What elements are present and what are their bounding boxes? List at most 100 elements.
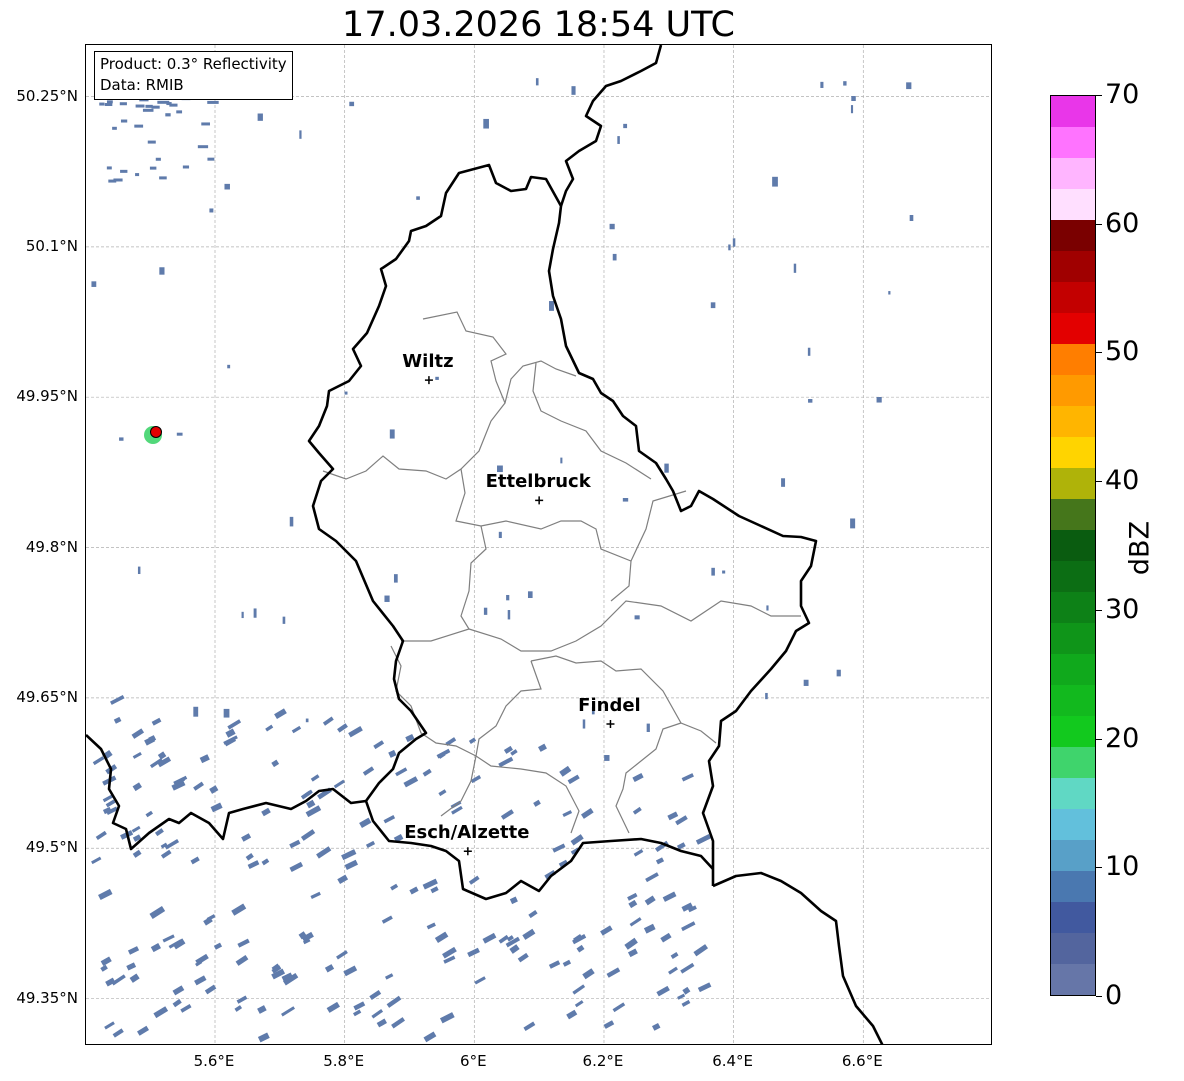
echo-pixel: [176, 432, 183, 436]
echo-pixel: [409, 886, 419, 895]
colorbar-segment: [1051, 902, 1095, 933]
colorbar-tick-mark: [1096, 223, 1102, 225]
echo-pixel: [324, 964, 335, 973]
echo-pixel: [582, 719, 586, 729]
echo-pixel: [209, 208, 214, 213]
lat-tick-label: 49.5°N: [25, 838, 78, 857]
echo-pixel: [371, 1009, 384, 1019]
echo-pixel: [134, 124, 144, 128]
echo-pixel: [803, 679, 809, 686]
echo-pixel: [500, 809, 514, 820]
colorbar-segment: [1051, 375, 1095, 406]
echo-pixel: [467, 947, 480, 958]
echo-pixel: [580, 808, 594, 819]
echo-pixel: [225, 728, 236, 738]
radar-map[interactable]: [85, 44, 992, 1045]
echo-pixel: [423, 1031, 437, 1043]
echo-pixel: [438, 789, 447, 797]
echo-pixel: [113, 716, 122, 724]
lat-tick-label: 50.1°N: [25, 236, 78, 255]
lat-tick-label: 50.25°N: [16, 86, 78, 105]
colorbar-tick-mark: [1096, 996, 1102, 997]
echo-pixel: [552, 843, 566, 853]
echo-pixel: [507, 610, 511, 620]
echo-pixel: [509, 896, 518, 905]
echo-pixel: [137, 566, 141, 575]
echo-pixel: [210, 802, 223, 813]
echo-pixel: [808, 399, 813, 403]
echo-pixel: [474, 976, 486, 985]
echo-pixel: [381, 915, 393, 924]
echo-pixel: [566, 1009, 578, 1020]
product-label: Product: 0.3° Reflectivity: [100, 55, 287, 73]
echo-pixel: [386, 995, 402, 1008]
echo-pixel: [517, 952, 529, 963]
echo-pixel: [670, 952, 679, 959]
echo-pixel: [300, 829, 316, 841]
echo-pixel: [193, 706, 199, 717]
colorbar-segment: [1051, 499, 1095, 530]
echo-pixel: [600, 925, 613, 936]
echo-pixel: [549, 301, 554, 311]
colorbar-tick-mark: [1096, 867, 1102, 869]
echo-pixel: [384, 973, 394, 980]
colorbar-segment: [1051, 313, 1095, 344]
echo-pixel: [261, 858, 270, 866]
echo-pixel: [644, 895, 656, 906]
colorbar-segment: [1051, 251, 1095, 282]
echo-pixel: [182, 165, 190, 169]
echo-pixel: [681, 921, 696, 932]
lon-tick-label: 6.2°E: [582, 1052, 624, 1070]
echo-pixel: [150, 943, 161, 953]
echo-pixel: [442, 946, 457, 959]
echo-pixel: [633, 849, 644, 857]
echo-pixel: [656, 985, 670, 997]
echo-pixel: [113, 178, 123, 182]
echo-pixel: [289, 839, 301, 849]
echo-pixel: [253, 608, 257, 618]
echo-pixel: [281, 1006, 295, 1017]
echo-pixel: [104, 103, 113, 107]
echo-pixel: [632, 773, 644, 783]
colorbar-segment: [1051, 220, 1095, 251]
echo-pixel: [153, 1006, 169, 1019]
colorbar-segment: [1051, 344, 1095, 375]
echo-pixel: [483, 607, 488, 615]
colorbar-segment: [1051, 530, 1095, 561]
echo-pixel: [149, 905, 166, 919]
colorbar-segment: [1051, 561, 1095, 592]
echo-pixel: [247, 860, 260, 869]
echo-pixel: [197, 145, 209, 149]
echo-pixel: [95, 830, 107, 841]
echo-pixel: [888, 291, 891, 295]
graticule: [86, 45, 991, 1044]
echo-pixel: [365, 840, 376, 849]
echo-pixel: [482, 932, 497, 944]
echo-pixel: [180, 1004, 192, 1013]
echo-pixel: [110, 694, 125, 705]
echo-pixel: [131, 728, 145, 739]
echo-pixel: [390, 883, 399, 891]
product-info-box: Product: 0.3° Reflectivity Data: RMIB: [94, 51, 293, 100]
echo-pixel: [282, 616, 286, 624]
echo-pixel: [224, 736, 237, 747]
echo-pixel: [135, 104, 145, 108]
echo-pixel: [132, 782, 142, 792]
echo-pixel: [468, 737, 477, 744]
lat-tick-label: 49.95°N: [16, 387, 78, 406]
colorbar-tick-label: 70: [1105, 79, 1140, 110]
echo-pixel: [135, 173, 140, 177]
colorbar-segment: [1051, 127, 1095, 158]
echo-pixel: [559, 765, 572, 777]
echo-pixel: [711, 567, 715, 576]
echo-pixel: [538, 743, 547, 752]
echo-pixel: [257, 113, 263, 121]
echo-pixel: [645, 872, 659, 883]
country-borders: [86, 45, 884, 1044]
echo-pixel: [112, 126, 117, 130]
colorbar-tick-label: 30: [1105, 593, 1140, 625]
echo-pixel: [91, 281, 97, 287]
echo-pixel: [498, 531, 502, 539]
echo-pixel: [664, 463, 669, 473]
echo-pixel: [722, 570, 726, 574]
